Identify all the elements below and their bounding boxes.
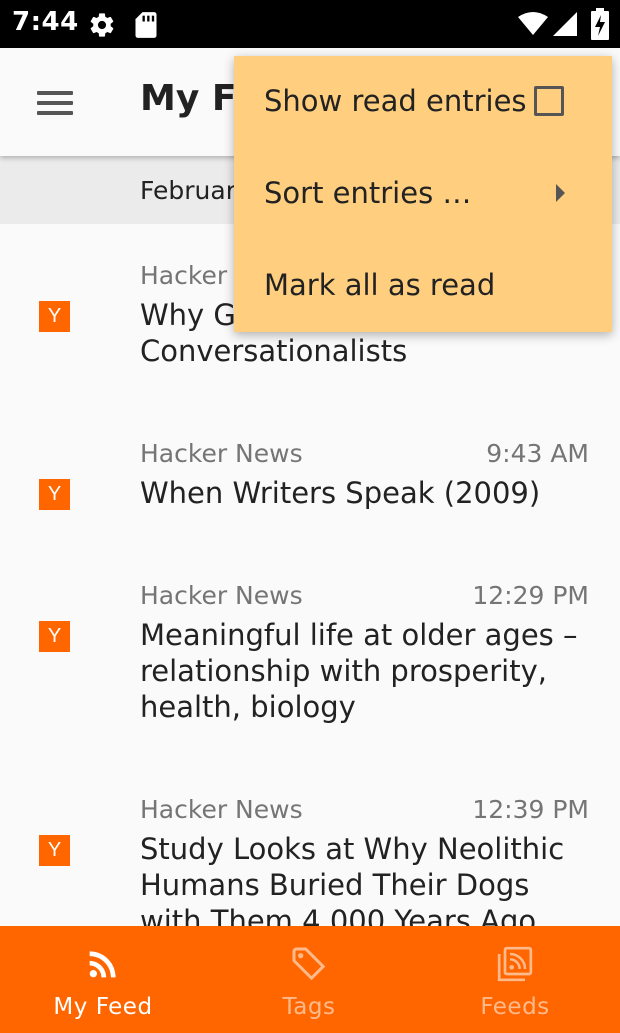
- entry-time: 12:29 PM: [472, 581, 589, 610]
- mark-all-read-label: Mark all as read: [264, 268, 496, 302]
- nav-my-feed[interactable]: My Feed: [0, 926, 206, 1033]
- bottom-navigation: My Feed Tags Feeds: [0, 926, 620, 1033]
- submenu-arrow-icon: [556, 184, 565, 202]
- settings-icon: [90, 13, 114, 37]
- entry-title: When Writers Speak (2009): [140, 476, 541, 510]
- menu-icon[interactable]: [30, 80, 80, 124]
- list-item[interactable]: Y Hacker News 12:39 PM Study Looks at Wh…: [0, 758, 620, 926]
- nav-tags-label: Tags: [282, 994, 336, 1020]
- hacker-news-icon: Y: [39, 301, 70, 332]
- rss-icon: [89, 951, 116, 978]
- show-read-entries-label: Show read entries: [264, 84, 527, 118]
- nav-feeds-label: Feeds: [480, 994, 550, 1020]
- nav-my-feed-label: My Feed: [53, 994, 153, 1020]
- sort-entries-item[interactable]: Sort entries …: [234, 148, 612, 240]
- entry-source: Hacker News: [140, 795, 303, 824]
- entry-title: Study Looks at Why Neolithic Humans Buri…: [140, 832, 565, 926]
- sort-entries-label: Sort entries …: [264, 176, 472, 210]
- signal-icon: [553, 12, 577, 36]
- hacker-news-icon: Y: [39, 621, 70, 652]
- status-time: 7:44: [12, 7, 79, 37]
- battery-icon: [591, 8, 609, 40]
- hacker-news-icon: Y: [39, 479, 70, 510]
- sd-card-icon: [135, 12, 157, 38]
- feeds-icon: [497, 946, 533, 982]
- overflow-menu: Show read entries Sort entries … Mark al…: [234, 56, 612, 332]
- show-read-entries-item[interactable]: Show read entries: [234, 56, 612, 148]
- mark-all-read-item[interactable]: Mark all as read: [234, 240, 612, 332]
- list-item[interactable]: Y Hacker News 9:43 AM When Writers Speak…: [0, 402, 620, 544]
- entry-title: Meaningful life at older ages – relation…: [140, 618, 578, 724]
- entry-source: Hacker News: [140, 581, 303, 610]
- tag-icon: [292, 947, 326, 981]
- nav-tags[interactable]: Tags: [206, 926, 412, 1033]
- status-bar: 7:44: [0, 0, 620, 48]
- entry-source: Hacker News: [140, 439, 303, 468]
- entry-time: 9:43 AM: [486, 439, 589, 468]
- show-read-entries-checkbox[interactable]: [534, 86, 564, 116]
- nav-feeds[interactable]: Feeds: [412, 926, 618, 1033]
- hacker-news-icon: Y: [39, 835, 70, 866]
- list-item[interactable]: Y Hacker News 12:29 PM Meaningful life a…: [0, 544, 620, 758]
- wifi-icon: [518, 12, 548, 35]
- entry-time: 12:39 PM: [472, 795, 589, 824]
